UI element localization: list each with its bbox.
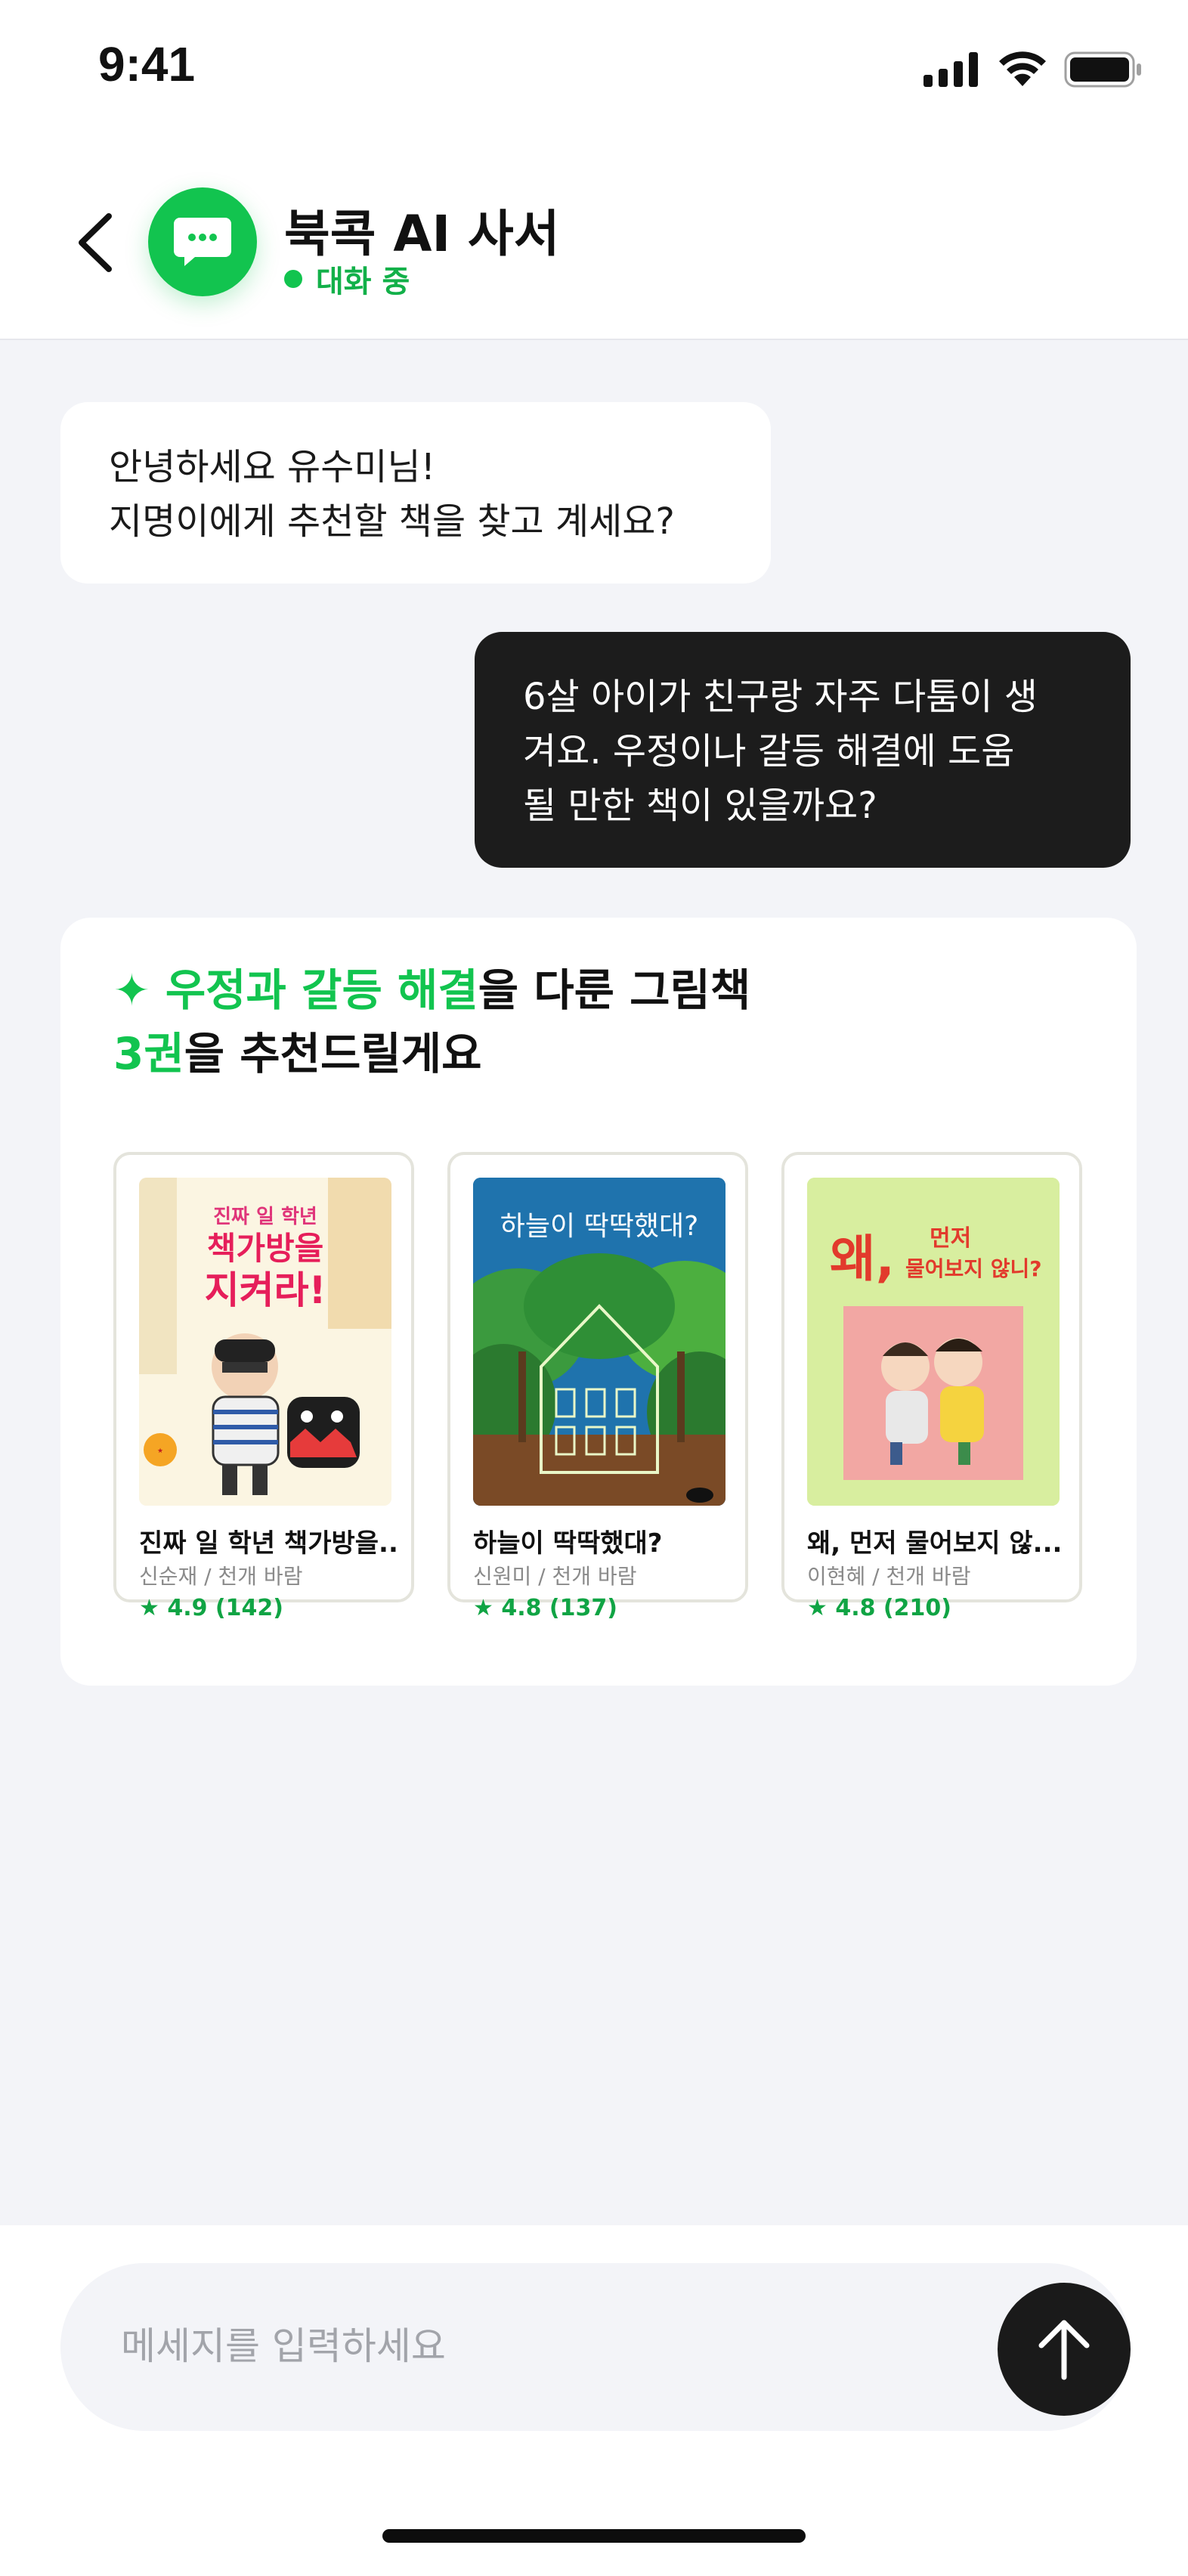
book-rating: ★ 4.8 (210) (807, 1595, 951, 1621)
book-cover: 왜, 먼저 물어보지 않니? (807, 1178, 1060, 1506)
send-button[interactable] (998, 2283, 1131, 2416)
battery-icon (1064, 51, 1141, 88)
svg-text:★: ★ (157, 1447, 163, 1455)
book-title: 하늘이 딱딱했대? (473, 1528, 663, 1559)
svg-text:하늘이 딱딱했대?: 하늘이 딱딱했대? (500, 1211, 698, 1242)
title-rest: 을 다룬 그림책 (478, 964, 751, 1016)
book-list: 진짜 일 학년 책가방을 지켜라! ★ 진짜 일 학년 책가방을... 신순재 … (113, 1152, 1082, 1621)
ai-message-line: 지명이에게 추천할 책을 찾고 계세요? (109, 500, 675, 543)
book-author-publisher: 이현혜 / 천개 바람 (807, 1564, 971, 1589)
message-input[interactable] (121, 2308, 952, 2384)
chat-header: 북콕 AI 사서 대화 중 (0, 136, 1188, 340)
book-rating: ★ 4.8 (137) (473, 1595, 617, 1621)
book-author-publisher: 신순재 / 천개 바람 (139, 1564, 303, 1589)
message-input-container (60, 2263, 1131, 2431)
svg-text:왜,: 왜, (830, 1230, 895, 1288)
back-button[interactable] (73, 209, 118, 277)
book-author-publisher: 신원미 / 천개 바람 (473, 1564, 637, 1589)
user-message-line: 겨요. 우정이나 갈등 해결에 도움 (523, 730, 1015, 772)
chat-bubble-icon (174, 218, 231, 266)
book-cover: 진짜 일 학년 책가방을 지켜라! ★ (139, 1178, 391, 1506)
status-bar: 9:41 (0, 0, 1188, 136)
svg-text:먼저: 먼저 (930, 1225, 971, 1252)
book-title: 왜, 먼저 물어보지 않... (807, 1528, 1063, 1559)
chevron-left-icon (79, 213, 112, 272)
user-message-line: 6살 아이가 친구랑 자주 다툼이 생 (523, 676, 1038, 718)
book-card[interactable]: 진짜 일 학년 책가방을 지켜라! ★ 진짜 일 학년 책가방을... 신순재 … (113, 1152, 414, 1621)
svg-text:책가방을: 책가방을 (207, 1230, 324, 1267)
book-title: 진짜 일 학년 책가방을... (139, 1528, 396, 1559)
status-icons (923, 51, 1143, 88)
arrow-up-icon (1038, 2320, 1090, 2380)
book-cover-illustration: 하늘이 딱딱했대? (473, 1178, 725, 1506)
book-cover-illustration: 왜, 먼저 물어보지 않니? (807, 1178, 1060, 1506)
book-rating: ★ 4.9 (142) (139, 1595, 283, 1621)
message-composer (0, 2225, 1188, 2576)
recommendation-title: ✦ 우정과 갈등 해결을 다룬 그림책 3권을 추천드릴게요 (113, 958, 750, 1085)
wifi-icon (999, 51, 1046, 86)
status-time: 9:41 (98, 37, 196, 91)
chat-status-label: 대화 중 (316, 265, 410, 299)
ai-avatar (148, 187, 257, 296)
cellular-signal-icon (923, 52, 978, 87)
online-dot-icon (284, 270, 302, 288)
svg-text:물어보지 않니?: 물어보지 않니? (905, 1256, 1042, 1281)
chat-status: 대화 중 (284, 257, 410, 301)
count-highlight: 3권 (113, 1028, 184, 1079)
title-highlight: 우정과 갈등 해결 (165, 964, 478, 1016)
user-message-bubble: 6살 아이가 친구랑 자주 다툼이 생 겨요. 우정이나 갈등 해결에 도움 될… (475, 632, 1131, 868)
count-rest: 을 추천드릴게요 (184, 1028, 482, 1079)
chat-title: 북콕 AI 사서 (284, 205, 560, 263)
book-card[interactable]: 왜, 먼저 물어보지 않니? 왜, 먼저 물어보지 않... 이현혜 / 천개 … (781, 1152, 1082, 1621)
svg-text:지켜라!: 지켜라! (205, 1268, 326, 1312)
book-cover-illustration: 진짜 일 학년 책가방을 지켜라! ★ (139, 1178, 391, 1506)
svg-text:진짜 일 학년: 진짜 일 학년 (213, 1206, 317, 1228)
home-indicator (382, 2529, 806, 2543)
book-card[interactable]: 하늘이 딱딱했대? 하늘이 딱딱했대? 신원미 / 천개 바람 ★ 4.8 (1… (447, 1152, 748, 1621)
ai-message-bubble: 안녕하세요 유수미님! 지명이에게 추천할 책을 찾고 계세요? (60, 402, 771, 584)
ai-message-line: 안녕하세요 유수미님! (109, 446, 435, 488)
recommendation-card: ✦ 우정과 갈등 해결을 다룬 그림책 3권을 추천드릴게요 진짜 일 학년 책… (60, 918, 1137, 1686)
sparkle-icon: ✦ (113, 964, 150, 1016)
book-cover: 하늘이 딱딱했대? (473, 1178, 725, 1506)
user-message-line: 될 만한 책이 있을까요? (523, 785, 877, 827)
